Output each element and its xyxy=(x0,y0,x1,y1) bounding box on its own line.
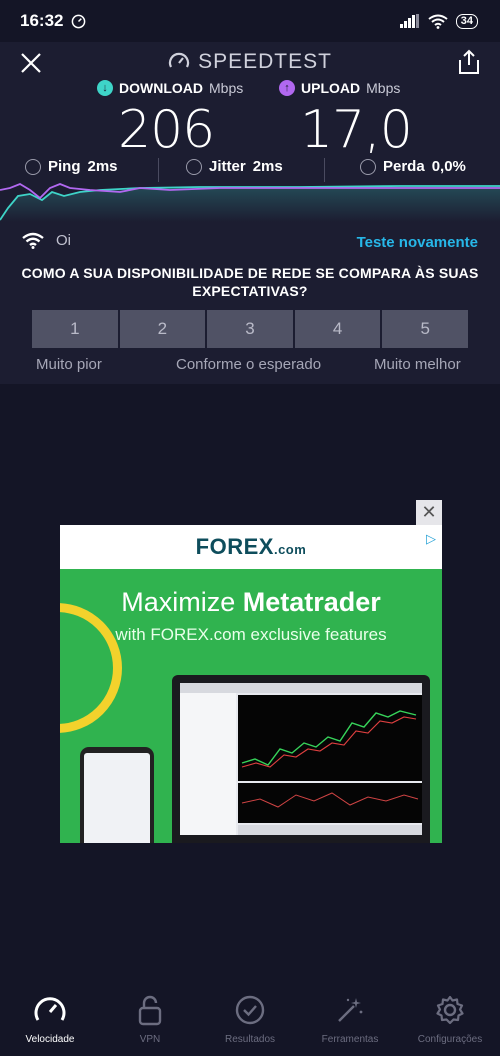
speed-graph xyxy=(0,182,500,222)
nav-item-vpn[interactable]: VPN xyxy=(100,980,200,1056)
app-brand: SPEEDTEST xyxy=(0,50,500,74)
ad-headline: Maximize Metatrader xyxy=(60,587,442,618)
download-value: 206 xyxy=(118,100,215,160)
speedometer-icon xyxy=(34,997,66,1021)
download-label-text: DOWNLOAD xyxy=(119,80,203,96)
ad-phone-screen xyxy=(84,753,150,843)
bottom-navigation: Velocidade VPN Resultados Ferramentas Co… xyxy=(0,980,500,1056)
ping-stat: Ping 2ms xyxy=(25,158,118,175)
signal-icon xyxy=(399,14,419,28)
wand-icon xyxy=(338,998,363,1022)
isp-name: Oi xyxy=(56,232,71,249)
rating-option-5[interactable]: 5 xyxy=(382,310,468,348)
download-label: ↓ DOWNLOAD Mbps xyxy=(97,80,243,96)
scale-high-label: Muito melhor xyxy=(374,356,461,373)
status-time: 16:32 xyxy=(20,11,64,30)
nav-label-configuracoes: Configurações xyxy=(417,1034,483,1045)
rating-option-1[interactable]: 1 xyxy=(32,310,118,348)
upload-label: ↑ UPLOAD Mbps xyxy=(279,80,400,96)
speedtest-logo-icon xyxy=(168,52,190,68)
loss-value: 0,0% xyxy=(431,158,466,175)
jitter-value: 2ms xyxy=(252,158,283,175)
status-bar: 16:32 34 xyxy=(0,0,500,42)
upload-unit: Mbps xyxy=(366,80,401,96)
rating-option-3[interactable]: 3 xyxy=(207,310,293,348)
wifi-status-icon xyxy=(428,14,448,29)
status-left: 16:32 xyxy=(20,11,86,31)
jitter-label: Jitter xyxy=(209,158,246,175)
gear-icon xyxy=(436,995,464,1025)
ping-icon xyxy=(25,158,41,175)
jitter-stat: Jitter 2ms xyxy=(186,158,283,175)
ad-trading-chart-graphic xyxy=(180,683,422,835)
ad-phone-image xyxy=(80,747,154,843)
nav-label-velocidade: Velocidade xyxy=(25,1034,75,1045)
ad-logo-bar: FOREX.com ▷ xyxy=(60,525,442,569)
ad-logo-suffix: .com xyxy=(273,542,307,557)
speedtest-notification-icon xyxy=(72,14,86,28)
nav-label-resultados: Resultados xyxy=(224,1034,276,1045)
survey-question: COMO A SUA DISPONIBILIDADE DE REDE SE CO… xyxy=(21,265,479,299)
packet-loss-icon xyxy=(360,158,376,175)
jitter-icon xyxy=(186,158,202,175)
app-title: SPEEDTEST xyxy=(198,50,332,73)
loss-stat: Perda 0,0% xyxy=(360,158,466,175)
nav-label-ferramentas: Ferramentas xyxy=(321,1034,379,1045)
check-circle-icon xyxy=(235,995,265,1025)
nav-item-velocidade[interactable]: Velocidade xyxy=(0,980,100,1056)
loss-label: Perda xyxy=(383,158,425,175)
scale-low-label: Muito pior xyxy=(36,356,102,373)
isp-info: Oi xyxy=(22,232,71,249)
rating-option-4[interactable]: 4 xyxy=(294,310,381,348)
ad-subline: with FOREX.com exclusive features xyxy=(115,625,387,644)
advertisement[interactable]: FOREX.com ▷ Maximize Metatrader with FOR… xyxy=(60,525,442,843)
scale-mid-label: Conforme o esperado xyxy=(176,356,322,373)
forex-logo: FOREX.com xyxy=(196,534,307,560)
lock-icon xyxy=(138,995,162,1026)
download-unit: Mbps xyxy=(209,80,244,96)
ad-decorative-ring xyxy=(60,603,122,733)
ping-label: Ping xyxy=(48,158,81,175)
ad-logo-prefix: FOREX xyxy=(195,534,274,559)
upload-value: 17,0 xyxy=(300,100,413,160)
ping-value: 2ms xyxy=(87,158,118,175)
nav-item-ferramentas[interactable]: Ferramentas xyxy=(300,980,400,1056)
upload-arrow-icon: ↑ xyxy=(279,80,295,96)
ad-close-button[interactable]: ✕ xyxy=(416,500,442,525)
upload-label-text: UPLOAD xyxy=(301,80,361,96)
status-right: 34 xyxy=(399,13,478,29)
rating-option-2[interactable]: 2 xyxy=(119,310,206,348)
download-arrow-icon: ↓ xyxy=(97,80,113,96)
wifi-icon xyxy=(22,232,44,249)
ad-headline-light: Maximize xyxy=(121,587,243,617)
battery-indicator: 34 xyxy=(455,13,478,29)
adchoices-icon[interactable]: ▷ xyxy=(426,531,436,547)
share-icon[interactable] xyxy=(456,48,482,76)
rating-options: 1 2 3 4 5 xyxy=(32,310,468,348)
nav-item-resultados[interactable]: Resultados xyxy=(200,980,300,1056)
app-header: SPEEDTEST xyxy=(0,42,500,82)
nav-item-configuracoes[interactable]: Configurações xyxy=(400,980,500,1056)
retest-button[interactable]: Teste novamente xyxy=(357,234,478,251)
results-panel: SPEEDTEST ↓ DOWNLOAD Mbps 206 ↑ UPLOAD M… xyxy=(0,42,500,384)
ad-headline-bold: Metatrader xyxy=(242,587,381,617)
ad-laptop-image xyxy=(172,675,430,843)
ad-trading-screen xyxy=(180,683,422,835)
isp-row: Oi Teste novamente xyxy=(0,232,500,254)
nav-label-vpn: VPN xyxy=(139,1034,161,1045)
